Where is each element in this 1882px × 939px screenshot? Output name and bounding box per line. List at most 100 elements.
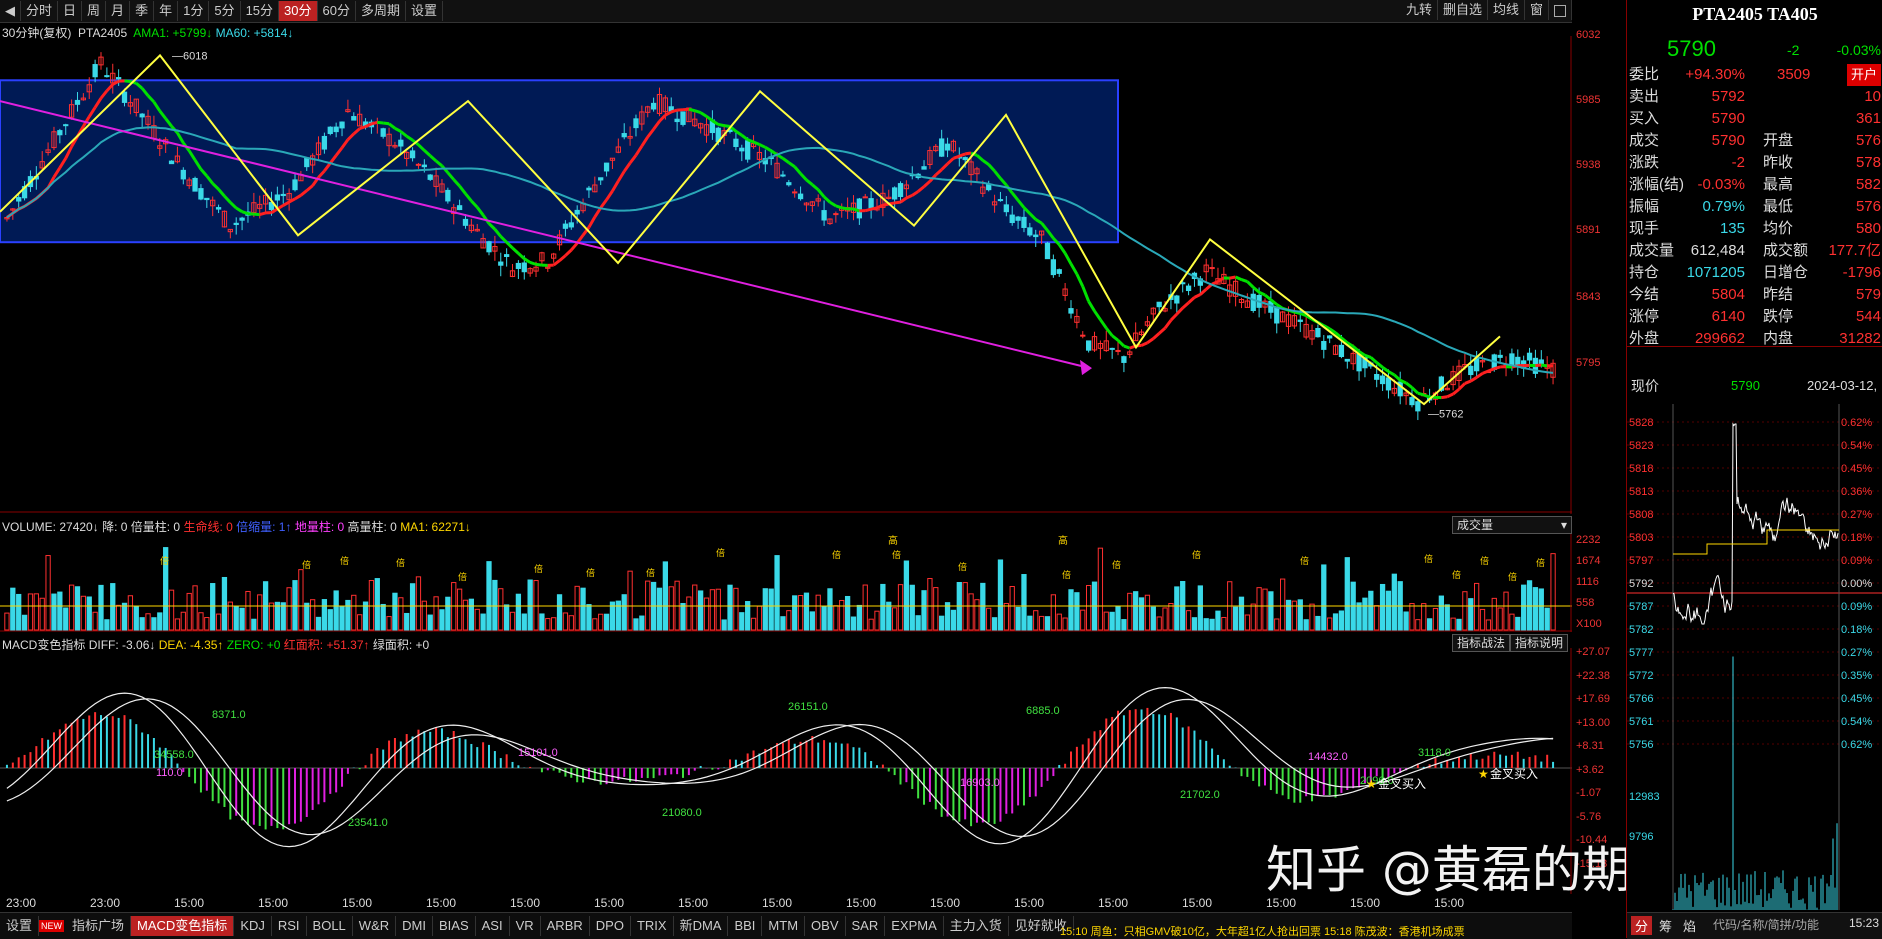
indicator-tab-6[interactable]: W&R — [353, 916, 396, 936]
candle-body — [1034, 235, 1038, 237]
indicator-tab-20[interactable]: 主力入货 — [944, 916, 1009, 936]
quote-value-2: -1796 — [1843, 262, 1881, 284]
period-tab-0[interactable]: 分时 — [21, 1, 58, 21]
volume-chart[interactable]: 倍倍倍倍倍倍倍倍倍倍倍倍倍倍倍倍倍倍倍倍倍高高 — [0, 534, 1572, 632]
minute-tab-2[interactable]: 焰 — [1679, 916, 1700, 935]
volume-bar — [487, 562, 491, 630]
candlestick-chart[interactable]: —6018—5762 — [0, 36, 1572, 514]
quote-value-2[interactable]: 开户 — [1847, 64, 1881, 86]
volume-bar — [822, 606, 826, 630]
volume-bar — [1104, 612, 1108, 630]
volume-bar — [334, 591, 338, 630]
indicator-tab-4[interactable]: RSI — [272, 916, 307, 936]
ama1-line — [718, 124, 724, 125]
volume-bar — [751, 618, 755, 630]
volume-bar — [1363, 598, 1367, 630]
minute-tab-0[interactable]: 分 — [1631, 916, 1652, 935]
period-tab-3[interactable]: 月 — [106, 1, 130, 21]
indicator-tab-17[interactable]: OBV — [805, 916, 845, 936]
candle-body — [1010, 215, 1014, 222]
toolbar-right-3[interactable]: 窗 — [1525, 0, 1549, 20]
volume-bar — [845, 596, 849, 630]
indicator-tab-7[interactable]: DMI — [396, 916, 433, 936]
period-tab-2[interactable]: 周 — [82, 1, 106, 21]
volume-bar — [369, 581, 373, 630]
volume-bar — [1445, 605, 1449, 630]
volume-bar — [851, 617, 855, 630]
candle-body — [798, 194, 802, 199]
period-tab-12[interactable]: 设置 — [406, 1, 443, 21]
volume-bar — [493, 580, 497, 630]
mini-price-tick: 5813 — [1629, 486, 1653, 498]
sidebar-toggle-icon[interactable]: ◀ — [0, 1, 21, 21]
indicator-tab-16[interactable]: MTM — [762, 916, 805, 936]
maximize-icon[interactable] — [1549, 0, 1572, 20]
ama1-line — [1112, 336, 1118, 341]
arrow-head-icon — [1080, 360, 1092, 375]
news-ticker[interactable]: 15:10 周鱼：只相GMV破10亿，大年超1亿人抢出回票 15:18 陈茂波：… — [1060, 926, 1572, 938]
ama1-line — [695, 111, 701, 113]
volume-bar — [269, 603, 273, 630]
volume-bar — [857, 605, 861, 630]
volume-bar — [1427, 619, 1431, 630]
indicator-tab-14[interactable]: 新DMA — [674, 916, 729, 936]
macd-tick: +8.31 — [1576, 740, 1626, 752]
toolbar-right-2[interactable]: 均线 — [1488, 0, 1525, 20]
indicator-tab-0[interactable]: 设置 — [0, 916, 39, 936]
volume-bar — [1028, 616, 1032, 630]
candle-body — [1527, 353, 1531, 360]
toolbar-right-0[interactable]: 九转 — [1401, 0, 1438, 20]
indicator-tab-19[interactable]: EXPMA — [885, 916, 944, 936]
indicator-tab-10[interactable]: VR — [510, 916, 541, 936]
period-tab-11[interactable]: 多周期 — [356, 1, 406, 21]
indicator-tab-15[interactable]: BBI — [728, 916, 762, 936]
indicator-tab-11[interactable]: ARBR — [541, 916, 590, 936]
quote-change: -2 — [1787, 42, 1799, 58]
period-tab-1[interactable]: 日 — [58, 1, 82, 21]
mini-pct-tick: 0.27% — [1841, 509, 1872, 521]
indicator-tab-13[interactable]: TRIX — [631, 916, 674, 936]
quote-label-2: 日增仓 — [1763, 262, 1808, 284]
minute-tab-1[interactable]: 筹 — [1655, 916, 1676, 935]
bei-marker: 倍 — [534, 563, 543, 575]
indicator-tab-12[interactable]: DPO — [590, 916, 631, 936]
candle-body — [1051, 260, 1055, 275]
candle-body — [75, 100, 79, 104]
mini-pct-tick: 0.35% — [1841, 670, 1872, 682]
search-input[interactable]: 代码/名称/简拼/功能 — [1713, 916, 1819, 933]
period-tab-10[interactable]: 60分 — [318, 1, 356, 21]
candle-body — [1028, 228, 1032, 235]
bei-marker: 倍 — [892, 549, 901, 561]
volume-bar — [781, 617, 785, 630]
mini-price-tick: 5761 — [1629, 716, 1653, 728]
volume-dropdown[interactable]: 成交量 ▾ — [1452, 516, 1572, 534]
candle-body — [1339, 345, 1343, 356]
toolbar-right-1[interactable]: 删自选 — [1438, 0, 1488, 20]
candle-body — [834, 214, 838, 215]
candle-body — [898, 184, 902, 197]
indicator-tab-3[interactable]: KDJ — [234, 916, 272, 936]
volume-bar — [346, 600, 350, 630]
period-tab-5[interactable]: 年 — [154, 1, 178, 21]
volume-bar — [892, 608, 896, 630]
period-tab-9[interactable]: 30分 — [279, 1, 317, 21]
ama1-line — [524, 259, 530, 263]
period-tab-7[interactable]: 5分 — [209, 1, 240, 21]
indicator-tab-2[interactable]: MACD变色指标 — [131, 916, 234, 936]
bei-marker: 倍 — [832, 549, 841, 561]
indicator-tab-18[interactable]: SAR — [846, 916, 886, 936]
period-tab-6[interactable]: 1分 — [178, 1, 209, 21]
ama1-line — [1441, 397, 1447, 398]
indicator-tab-5[interactable]: BOLL — [307, 916, 353, 936]
indicator-tab-9[interactable]: ASI — [476, 916, 510, 936]
quote-label: 委比 — [1629, 64, 1659, 86]
candle-body — [1175, 296, 1179, 303]
indicator-tab-8[interactable]: BIAS — [433, 916, 476, 936]
quote-row: 现手135均价580 — [1627, 218, 1882, 240]
candle-body — [1004, 205, 1008, 212]
minute-chart[interactable]: 5828582358185813580858035797579257875782… — [1627, 404, 1882, 910]
period-tab-8[interactable]: 15分 — [241, 1, 279, 21]
indicator-tab-1[interactable]: 指标广场 — [66, 916, 131, 936]
period-tab-4[interactable]: 季 — [130, 1, 154, 21]
macd-tick: -1.07 — [1576, 787, 1626, 799]
